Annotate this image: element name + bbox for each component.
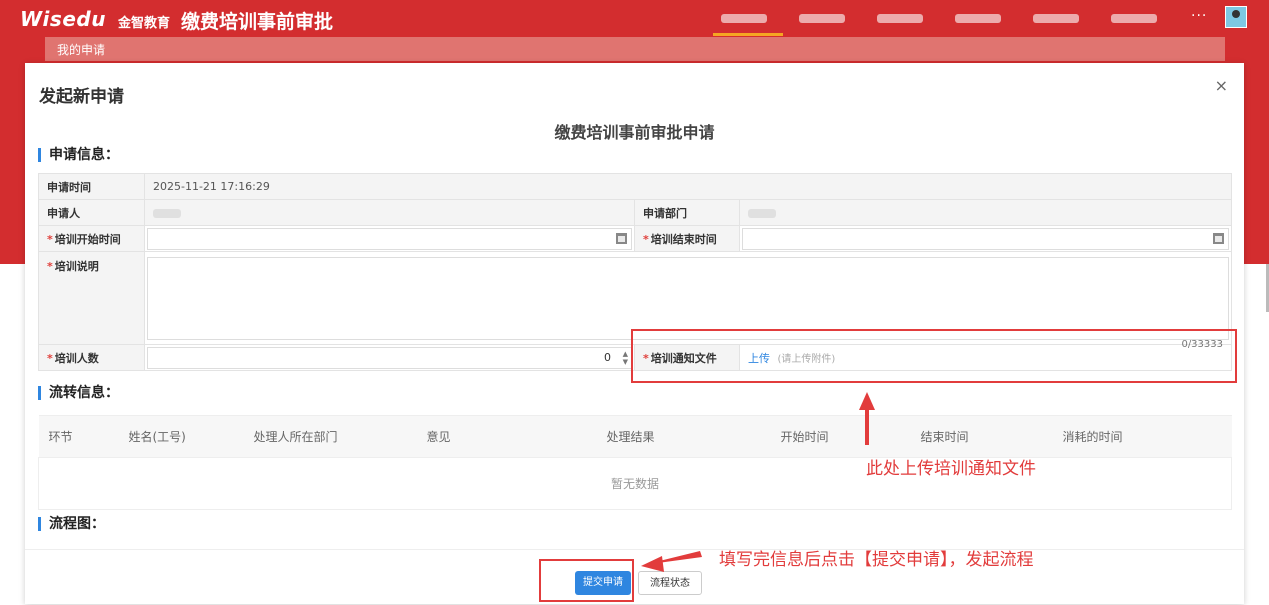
arrow-left-icon (641, 551, 702, 572)
arrow-up-icon (859, 392, 875, 445)
annotation-arrows (641, 392, 875, 572)
annotation-submit-note: 填写完信息后点击【提交申请】，发起流程 (719, 550, 1034, 570)
annotation-upload-note: 此处上传培训通知文件 (866, 459, 1036, 479)
